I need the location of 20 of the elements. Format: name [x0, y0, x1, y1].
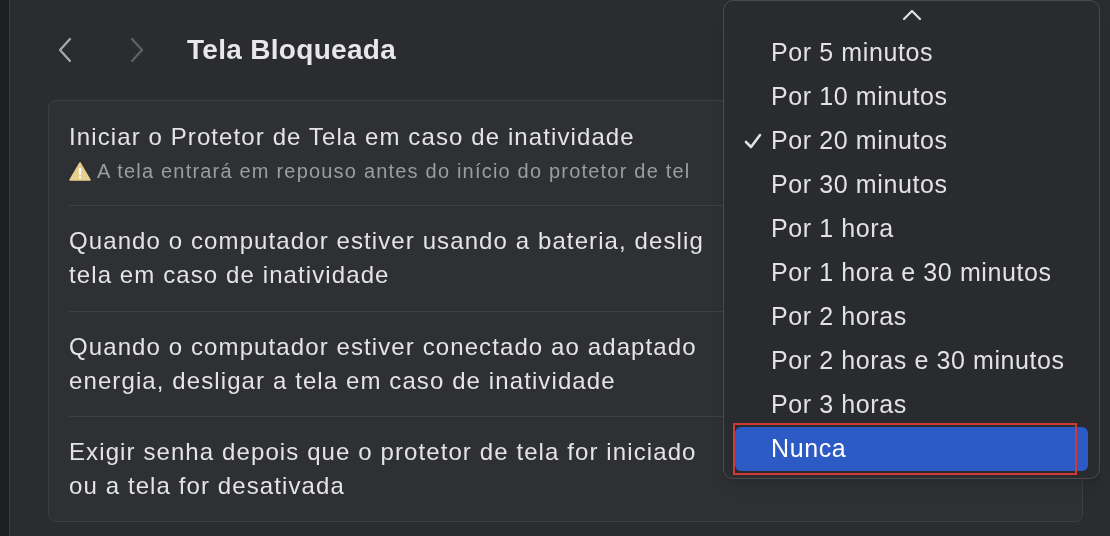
chevron-left-icon [58, 37, 72, 63]
checkmark-icon [744, 133, 762, 149]
warning-icon [69, 161, 91, 181]
chevron-up-icon[interactable] [901, 9, 922, 21]
chevron-right-icon [130, 37, 144, 63]
menu-item[interactable]: Por 20 minutos [735, 119, 1088, 163]
page-title: Tela Bloqueada [187, 33, 397, 67]
menu-item[interactable]: Por 1 hora e 30 minutos [735, 251, 1088, 295]
menu-item[interactable]: Por 30 minutos [735, 163, 1088, 207]
menu-item[interactable]: Por 5 minutos [735, 31, 1088, 75]
warning-text: A tela entrará em repouso antes do início do protetor de tel [97, 159, 691, 185]
menu-item[interactable]: Por 2 horas [735, 295, 1088, 339]
menu-item[interactable]: Por 10 minutos [735, 75, 1088, 119]
setting-label: Iniciar o Protetor de Tela em caso de inatividade [69, 122, 635, 153]
setting-label: Quando o computador estiver usando a bateria, deslig tela em caso de inatividade [69, 226, 704, 291]
setting-label: Exigir senha depois que o protetor de tela for iniciado ou a tela for desativada [69, 436, 697, 501]
setting-label: Quando o computador estiver conectado ao adaptado energia, desligar a tela em caso de inatividade [69, 331, 697, 396]
menu-item[interactable]: Por 1 hora [735, 207, 1088, 251]
menu-item[interactable]: Por 3 horas [735, 383, 1088, 427]
menu-item[interactable]: Por 2 horas e 30 minutos [735, 339, 1088, 383]
